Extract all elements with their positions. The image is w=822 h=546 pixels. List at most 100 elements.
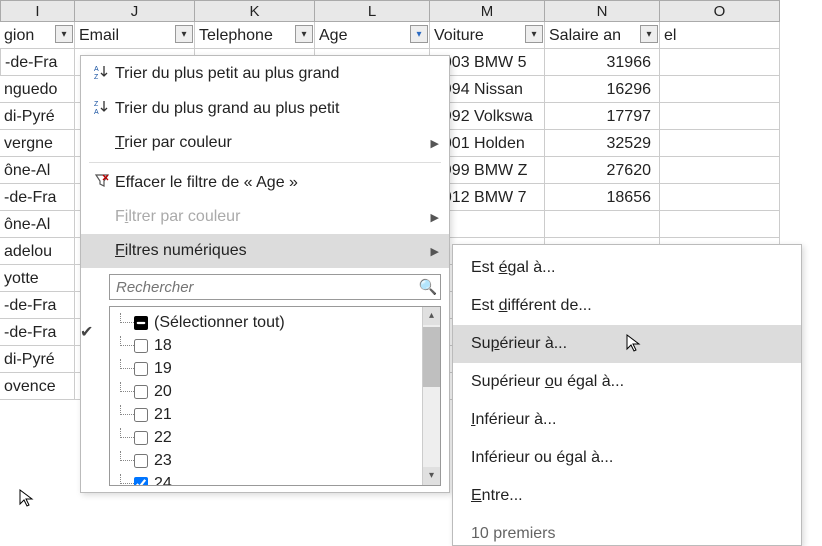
table-cell[interactable] <box>660 184 780 211</box>
filter-value-label: 18 <box>154 337 172 355</box>
header-salaire[interactable]: Salaire an▾ <box>545 22 660 49</box>
filter-value-checkbox[interactable] <box>134 454 148 468</box>
table-cell[interactable]: yotte <box>0 265 75 292</box>
filter-value-label: 23 <box>154 452 172 470</box>
sort-desc[interactable]: ZA Trier du plus grand au plus petit <box>81 91 449 126</box>
col-letter-i[interactable]: I <box>0 0 75 22</box>
filter-by-color: Filtrer par couleur ▶ <box>81 200 449 234</box>
col-letter-m[interactable]: M <box>430 0 545 22</box>
table-cell[interactable]: vergne <box>0 130 75 157</box>
header-email[interactable]: Email▾ <box>75 22 195 49</box>
table-cell[interactable]: 32529 <box>545 130 660 157</box>
col-letter-j[interactable]: J <box>75 0 195 22</box>
sort-asc-label: Trier du plus petit au plus grand <box>115 65 339 83</box>
header-region[interactable]: gion▾ <box>0 22 75 49</box>
table-cell[interactable]: 16296 <box>545 76 660 103</box>
table-cell[interactable]: di-Pyré <box>0 103 75 130</box>
header-voiture[interactable]: Voiture▾ <box>430 22 545 49</box>
sort-by-color[interactable]: Trier par couleur ▶ <box>81 126 449 160</box>
filter-value-item[interactable]: 24 <box>114 472 436 485</box>
filter-top10[interactable]: 10 premiers <box>453 515 801 545</box>
table-cell[interactable]: di-Pyré <box>0 346 75 373</box>
clear-filter-label: Effacer le filtre de « Age » <box>115 174 298 192</box>
search-input[interactable] <box>110 279 416 296</box>
filter-value-label: 22 <box>154 429 172 447</box>
table-cell[interactable] <box>545 211 660 238</box>
filter-value-item[interactable]: 23 <box>114 449 436 472</box>
filter-value-checkbox[interactable] <box>134 316 148 330</box>
filter-dropdown-icon[interactable]: ▾ <box>175 25 193 43</box>
filter-menu: AZ Trier du plus petit au plus grand ZA … <box>80 55 450 493</box>
table-cell[interactable] <box>660 49 780 76</box>
filter-value-item[interactable]: 18 <box>114 334 436 357</box>
col-letter-n[interactable]: N <box>545 0 660 22</box>
filter-dropdown-icon[interactable]: ▾ <box>295 25 313 43</box>
filter-active-icon[interactable]: ▾ <box>410 25 428 43</box>
table-cell[interactable]: -de-Fra <box>0 49 75 76</box>
filter-less-than[interactable]: Inférieur à... <box>453 401 801 439</box>
number-filters-submenu: Est égal à... Est différent de... Supéri… <box>452 244 802 546</box>
filter-value-checkbox[interactable] <box>134 408 148 422</box>
filter-value-checkbox[interactable] <box>134 339 148 353</box>
sort-asc[interactable]: AZ Trier du plus petit au plus grand <box>81 56 449 91</box>
table-cell[interactable]: ône-Al <box>0 157 75 184</box>
table-cell[interactable]: 31966 <box>545 49 660 76</box>
filter-value-label: (Sélectionner tout) <box>154 314 285 332</box>
header-extra: el <box>660 22 780 49</box>
filter-value-label: 21 <box>154 406 172 424</box>
scroll-thumb[interactable] <box>423 327 440 387</box>
filter-value-checkbox[interactable] <box>134 385 148 399</box>
svg-text:Z: Z <box>94 101 99 108</box>
filter-less-equal[interactable]: Inférieur ou égal à... <box>453 439 801 477</box>
filter-value-item[interactable]: 20 <box>114 380 436 403</box>
filter-value-item[interactable]: (Sélectionner tout) <box>114 311 436 334</box>
filter-greater-than[interactable]: Supérieur à... <box>453 325 801 363</box>
table-cell[interactable]: 17797 <box>545 103 660 130</box>
filter-value-item[interactable]: 19 <box>114 357 436 380</box>
table-cell[interactable]: 18656 <box>545 184 660 211</box>
table-cell[interactable] <box>660 157 780 184</box>
number-filters[interactable]: Filtres numériques ▶ <box>81 234 449 268</box>
filter-value-checkbox[interactable] <box>134 431 148 445</box>
filter-value-checkbox[interactable] <box>134 477 148 486</box>
table-cell[interactable]: -de-Fra <box>0 292 75 319</box>
filter-value-checkbox[interactable] <box>134 362 148 376</box>
table-cell[interactable] <box>660 76 780 103</box>
filter-search-box[interactable]: 🔍 <box>109 274 441 300</box>
filter-equal[interactable]: Est égal à... <box>453 249 801 287</box>
filter-value-item[interactable]: 21 <box>114 403 436 426</box>
table-cell[interactable] <box>660 130 780 157</box>
scrollbar[interactable]: ▴ ▾ <box>422 307 440 485</box>
filter-value-label: 19 <box>154 360 172 378</box>
col-letter-k[interactable]: K <box>195 0 315 22</box>
chevron-right-icon: ▶ <box>431 211 439 224</box>
table-cell[interactable]: -de-Fra <box>0 184 75 211</box>
table-cell[interactable] <box>660 103 780 130</box>
filter-not-equal[interactable]: Est différent de... <box>453 287 801 325</box>
header-telephone[interactable]: Telephone▾ <box>195 22 315 49</box>
filter-dropdown-icon[interactable]: ▾ <box>55 25 73 43</box>
col-letter-o[interactable]: O <box>660 0 780 22</box>
table-cell[interactable]: 27620 <box>545 157 660 184</box>
table-cell[interactable]: -de-Fra <box>0 319 75 346</box>
table-cell[interactable]: adelou <box>0 238 75 265</box>
filter-value-item[interactable]: 22 <box>114 426 436 449</box>
filter-dropdown-icon[interactable]: ▾ <box>525 25 543 43</box>
filter-value-label: 20 <box>154 383 172 401</box>
number-filters-label: Filtres numériques <box>115 242 247 260</box>
table-cell[interactable] <box>660 211 780 238</box>
scroll-down-button[interactable]: ▾ <box>423 467 440 485</box>
table-cell[interactable]: nguedo <box>0 76 75 103</box>
clear-filter[interactable]: Effacer le filtre de « Age » <box>81 165 449 200</box>
filter-between[interactable]: Entre... <box>453 477 801 515</box>
sort-asc-icon: AZ <box>89 64 115 83</box>
filter-greater-equal[interactable]: Supérieur ou égal à... <box>453 363 801 401</box>
table-cell[interactable]: ône-Al <box>0 211 75 238</box>
table-cell[interactable]: ovence <box>0 373 75 400</box>
sort-color-label: Trier par couleur <box>115 134 232 152</box>
chevron-right-icon: ▶ <box>431 245 439 258</box>
filter-dropdown-icon[interactable]: ▾ <box>640 25 658 43</box>
scroll-up-button[interactable]: ▴ <box>423 307 440 325</box>
col-letter-l[interactable]: L <box>315 0 430 22</box>
header-age[interactable]: Age▾ <box>315 22 430 49</box>
